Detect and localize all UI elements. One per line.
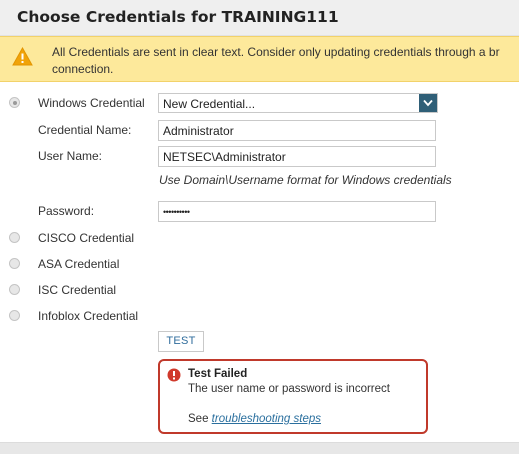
asa-credential-label: ASA Credential <box>38 257 120 271</box>
infoblox-credential-radio[interactable] <box>9 310 20 321</box>
isc-credential-label: ISC Credential <box>38 283 117 297</box>
chevron-down-icon[interactable] <box>419 94 437 112</box>
test-button[interactable]: TEST <box>158 331 204 352</box>
error-icon <box>167 368 181 382</box>
test-failed-alert: Test Failed The user name or password is… <box>158 359 428 434</box>
warning-text: All Credentials are sent in clear text. … <box>52 45 500 76</box>
credential-select-value: New Credential... <box>163 97 256 111</box>
dialog-title: Choose Credentials for TRAINING111 <box>17 8 339 26</box>
credential-select[interactable]: New Credential... <box>158 93 438 113</box>
dialog-footer <box>0 442 519 454</box>
error-title: Test Failed <box>188 368 248 380</box>
infoblox-credential-label: Infoblox Credential <box>38 309 139 323</box>
clear-text-warning-banner: All Credentials are sent in clear text. … <box>0 36 519 82</box>
user-name-field[interactable]: NETSEC\Administrator <box>158 146 436 167</box>
troubleshooting-line: See troubleshooting steps <box>188 413 321 425</box>
credential-name-label: Credential Name: <box>38 123 132 137</box>
warning-icon <box>12 47 33 66</box>
error-message: The user name or password is incorrect <box>188 383 390 395</box>
password-label: Password: <box>38 204 95 218</box>
see-prefix: See <box>188 413 209 425</box>
isc-credential-radio[interactable] <box>9 284 20 295</box>
asa-credential-radio[interactable] <box>9 258 20 269</box>
dialog-header: Choose Credentials for TRAINING111 <box>0 0 519 36</box>
credential-name-field[interactable]: Administrator <box>158 120 436 141</box>
troubleshooting-steps-link[interactable]: troubleshooting steps <box>212 413 321 425</box>
user-name-label: User Name: <box>38 149 103 163</box>
cisco-credential-radio[interactable] <box>9 232 20 243</box>
cisco-credential-label: CISCO Credential <box>38 231 135 245</box>
windows-credential-radio[interactable] <box>9 97 20 108</box>
password-field[interactable]: •••••••••• <box>158 201 436 222</box>
username-format-hint: Use Domain\Username format for Windows c… <box>159 173 452 187</box>
windows-credential-label: Windows Credential <box>38 96 145 110</box>
